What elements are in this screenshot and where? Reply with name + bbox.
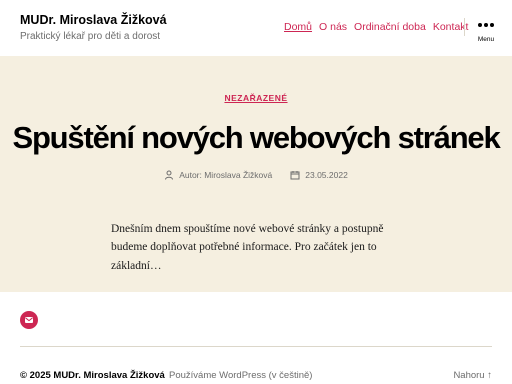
menu-label: Menu xyxy=(477,36,495,43)
header-divider xyxy=(464,18,465,36)
post-meta: Autor: Miroslava Žižková 23.05.2022 xyxy=(0,170,512,180)
menu-button[interactable]: Menu xyxy=(472,20,500,46)
user-icon xyxy=(165,170,174,180)
post-title[interactable]: Spuštění nových webových stránek xyxy=(0,120,512,156)
post-excerpt: Dnešním dnem spouštíme nové webové strán… xyxy=(111,223,384,272)
primary-nav: Domů O nás Ordinační doba Kontakt xyxy=(284,21,468,33)
footer-copyright[interactable]: © 2025 MUDr. Miroslava Žižková xyxy=(20,370,165,381)
nav-item-hours[interactable]: Ordinační doba xyxy=(354,21,426,33)
footer-divider xyxy=(20,346,492,347)
author-link[interactable]: Autor: Miroslava Žižková xyxy=(179,170,272,180)
date-link[interactable]: 23.05.2022 xyxy=(305,170,348,180)
calendar-icon xyxy=(290,171,300,180)
back-to-top-link[interactable]: Nahoru ↑ xyxy=(453,370,492,381)
site-description: Praktický lékař pro děti a dorost xyxy=(20,31,161,42)
post-author: Autor: Miroslava Žižková xyxy=(164,170,272,180)
powered-by-link[interactable]: Používáme WordPress (v češtině) xyxy=(169,370,312,381)
category-link[interactable]: NEZAŘAZENÉ xyxy=(224,93,287,103)
nav-item-about[interactable]: O nás xyxy=(319,21,347,33)
post-date: 23.05.2022 xyxy=(290,170,348,180)
site-footer: © 2025 MUDr. Miroslava Žižková Používáme… xyxy=(0,292,512,384)
nav-item-home[interactable]: Domů xyxy=(284,21,312,33)
post-category: NEZAŘAZENÉ xyxy=(0,93,512,103)
site-header: MUDr. Miroslava Žižková Praktický lékař … xyxy=(0,0,512,56)
post-entry: NEZAŘAZENÉ Spuštění nových webových strá… xyxy=(0,56,512,292)
site-title[interactable]: MUDr. Miroslava Žižková xyxy=(20,13,167,27)
more-dots-icon xyxy=(472,23,500,27)
mail-icon[interactable] xyxy=(20,311,38,329)
